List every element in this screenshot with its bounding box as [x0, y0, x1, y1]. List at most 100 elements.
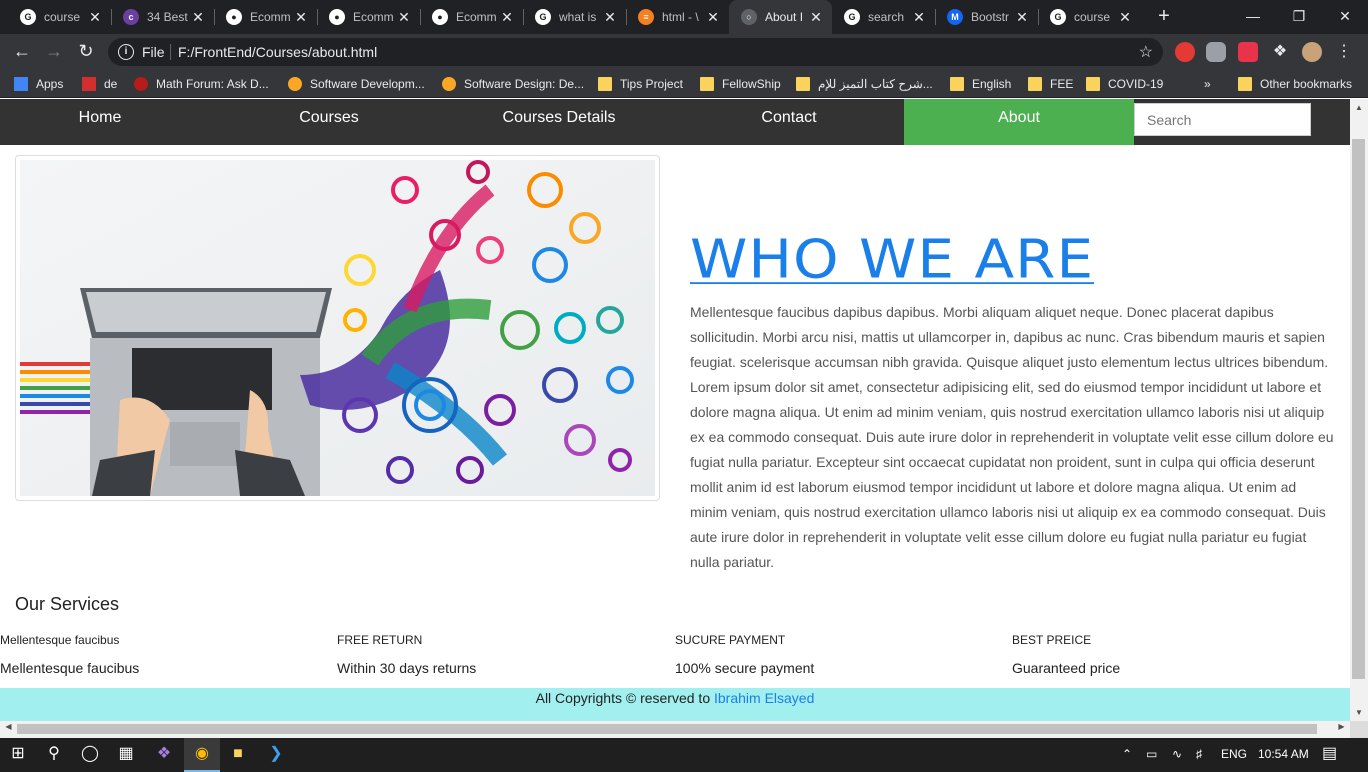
bookmark-item[interactable]: Software Developm...	[288, 75, 425, 93]
close-tab-icon[interactable]: ✕	[396, 9, 412, 26]
nav-about[interactable]: About	[904, 99, 1134, 145]
close-window-icon[interactable]: ✕	[1322, 0, 1368, 34]
close-tab-icon[interactable]: ✕	[293, 9, 309, 26]
search-input[interactable]	[1134, 103, 1311, 136]
bookmark-item[interactable]: Software Design: De...	[442, 75, 584, 93]
extension-pocket-icon[interactable]	[1238, 42, 1258, 62]
language-indicator[interactable]: ENG	[1221, 738, 1247, 772]
bookmark-item[interactable]: English	[950, 75, 1011, 93]
close-tab-icon[interactable]: ✕	[499, 9, 515, 26]
vscode-icon[interactable]: ❯	[258, 738, 294, 772]
extension-cloud-icon[interactable]	[1206, 42, 1226, 62]
nav-home[interactable]: Home	[0, 99, 215, 145]
browser-tab[interactable]: Gwhat is ✕	[523, 0, 626, 34]
about-paragraph: Mellentesque faucibus dapibus dapibus. M…	[690, 304, 1334, 570]
close-tab-icon[interactable]: ✕	[705, 9, 721, 26]
bookmark-item[interactable]: Apps	[14, 75, 63, 93]
browser-tab[interactable]: ○ About I ✕	[729, 0, 832, 34]
profile-avatar[interactable]	[1302, 42, 1322, 62]
page-heading: WHO WE ARE	[690, 227, 1095, 291]
address-bar[interactable]: i File F:/FrontEnd/Courses/about.html ☆	[108, 38, 1163, 66]
close-tab-icon[interactable]: ✕	[808, 9, 824, 26]
restore-window-icon[interactable]: ❐	[1276, 0, 1322, 34]
browser-tab[interactable]: Gcourse ✕	[8, 0, 111, 34]
chrome-icon[interactable]: ◉	[184, 738, 220, 772]
omnibox-divider	[170, 44, 171, 60]
windows-start-icon[interactable]: ⊞	[0, 738, 36, 772]
site-nav: Home Courses Courses Details Contact Abo…	[0, 99, 1350, 145]
nav-contact[interactable]: Contact	[674, 99, 904, 145]
service-item: FREE RETURN Within 30 days returns	[337, 632, 674, 677]
bookmark-item[interactable]: Math Forum: Ask D...	[134, 75, 269, 93]
service-item: BEST PREICE Guaranteed price	[1012, 632, 1349, 677]
browser-tab[interactable]: ● Ecomm ✕	[317, 0, 420, 34]
file-explorer-icon[interactable]: ■	[220, 738, 256, 772]
nav-courses[interactable]: Courses	[214, 99, 444, 145]
browser-tab[interactable]: ● Ecomm ✕	[420, 0, 523, 34]
browser-tab[interactable]: ≡ html - \ ✕	[626, 0, 729, 34]
bookmark-label: de	[104, 77, 118, 91]
close-tab-icon[interactable]: ✕	[602, 9, 618, 26]
scroll-right-arrow-icon[interactable]: ▶	[1333, 722, 1350, 731]
volume-icon[interactable]: ♯	[1196, 738, 1202, 772]
star-bookmark-icon[interactable]: ☆	[1139, 42, 1153, 62]
vertical-scroll-thumb[interactable]	[1352, 139, 1365, 679]
reload-icon[interactable]: ↻	[74, 40, 98, 64]
new-tab-icon[interactable]: +	[1152, 5, 1176, 29]
search-icon[interactable]: ⚲	[36, 738, 72, 772]
close-tab-icon[interactable]: ✕	[1014, 9, 1030, 26]
bookmark-item[interactable]: FellowShip	[700, 75, 781, 93]
battery-icon[interactable]: ▭	[1146, 738, 1157, 772]
menu-kebab-icon[interactable]: ⋮	[1334, 42, 1354, 62]
scroll-down-arrow-icon[interactable]: ▼	[1350, 708, 1368, 717]
notifications-icon[interactable]: ▤	[1322, 738, 1337, 772]
scroll-left-arrow-icon[interactable]: ◀	[0, 722, 17, 731]
cortana-icon[interactable]: ◯	[72, 738, 108, 772]
browser-tab[interactable]: ● Ecomm ✕	[214, 0, 317, 34]
browser-tab[interactable]: Gsearch ✕	[832, 0, 935, 34]
bookmark-label: Apps	[36, 77, 64, 91]
clock[interactable]: 10:54 AM	[1258, 738, 1309, 772]
bookmark-item[interactable]: de	[82, 75, 117, 93]
nav-courses-details[interactable]: Courses Details	[444, 99, 674, 145]
puzzle-extensions-icon[interactable]: ❖	[1270, 42, 1290, 62]
scheme-label: File	[142, 44, 165, 60]
vertical-scrollbar[interactable]: ▲ ▼	[1350, 99, 1368, 721]
forward-arrow-icon[interactable]: →	[42, 40, 66, 64]
close-tab-icon[interactable]: ✕	[1117, 9, 1133, 26]
extension-red-icon[interactable]	[1175, 42, 1195, 62]
task-view-icon[interactable]: ▦	[108, 738, 144, 772]
bookmark-item[interactable]: COVID-19	[1086, 75, 1163, 93]
wifi-icon[interactable]: ∿	[1172, 738, 1182, 772]
software-icon	[288, 77, 302, 91]
more-bookmarks-chevron-icon[interactable]: »	[1204, 75, 1211, 93]
browser-tab[interactable]: M Bootstr ✕	[935, 0, 1038, 34]
bookmark-item[interactable]: شرح كتاب التميز للإم...	[796, 75, 933, 93]
browser-tab[interactable]: Gcourse ✕	[1038, 0, 1141, 34]
back-arrow-icon[interactable]: ←	[10, 40, 34, 64]
info-icon[interactable]: i	[118, 44, 134, 60]
horizontal-scrollbar[interactable]: ◀ ▶	[0, 721, 1350, 738]
close-tab-icon[interactable]: ✕	[911, 9, 927, 26]
visual-studio-icon[interactable]: ❖	[146, 738, 182, 772]
url-text[interactable]: F:/FrontEnd/Courses/about.html	[178, 44, 377, 60]
tab-separator	[523, 9, 524, 25]
minimize-window-icon[interactable]: —	[1230, 0, 1276, 34]
bookmark-item[interactable]: Tips Project	[598, 75, 683, 93]
tray-chevron-icon[interactable]: ⌃	[1122, 738, 1132, 772]
tab-title: course	[1074, 10, 1111, 24]
close-tab-icon[interactable]: ✕	[190, 9, 206, 26]
service-heading: SUCURE PAYMENT	[675, 633, 786, 647]
folder-icon	[1086, 77, 1100, 91]
footer-author-link[interactable]: Ibrahim Elsayed	[714, 690, 814, 706]
bookmark-item[interactable]: FEE	[1028, 75, 1073, 93]
close-tab-icon[interactable]: ✕	[87, 9, 103, 26]
browser-tab[interactable]: c 34 Best ✕	[111, 0, 214, 34]
horizontal-scroll-thumb[interactable]	[17, 724, 1317, 734]
scroll-up-arrow-icon[interactable]: ▲	[1350, 103, 1368, 112]
other-bookmarks-folder[interactable]: Other bookmarks	[1238, 75, 1352, 93]
tab-title: Bootstr	[971, 10, 1010, 24]
tab-title: 34 Best	[147, 10, 188, 24]
browser-toolbar: ← → ↻ i File F:/FrontEnd/Courses/about.h…	[0, 34, 1368, 70]
page-viewport: Home Courses Courses Details Contact Abo…	[0, 99, 1350, 721]
